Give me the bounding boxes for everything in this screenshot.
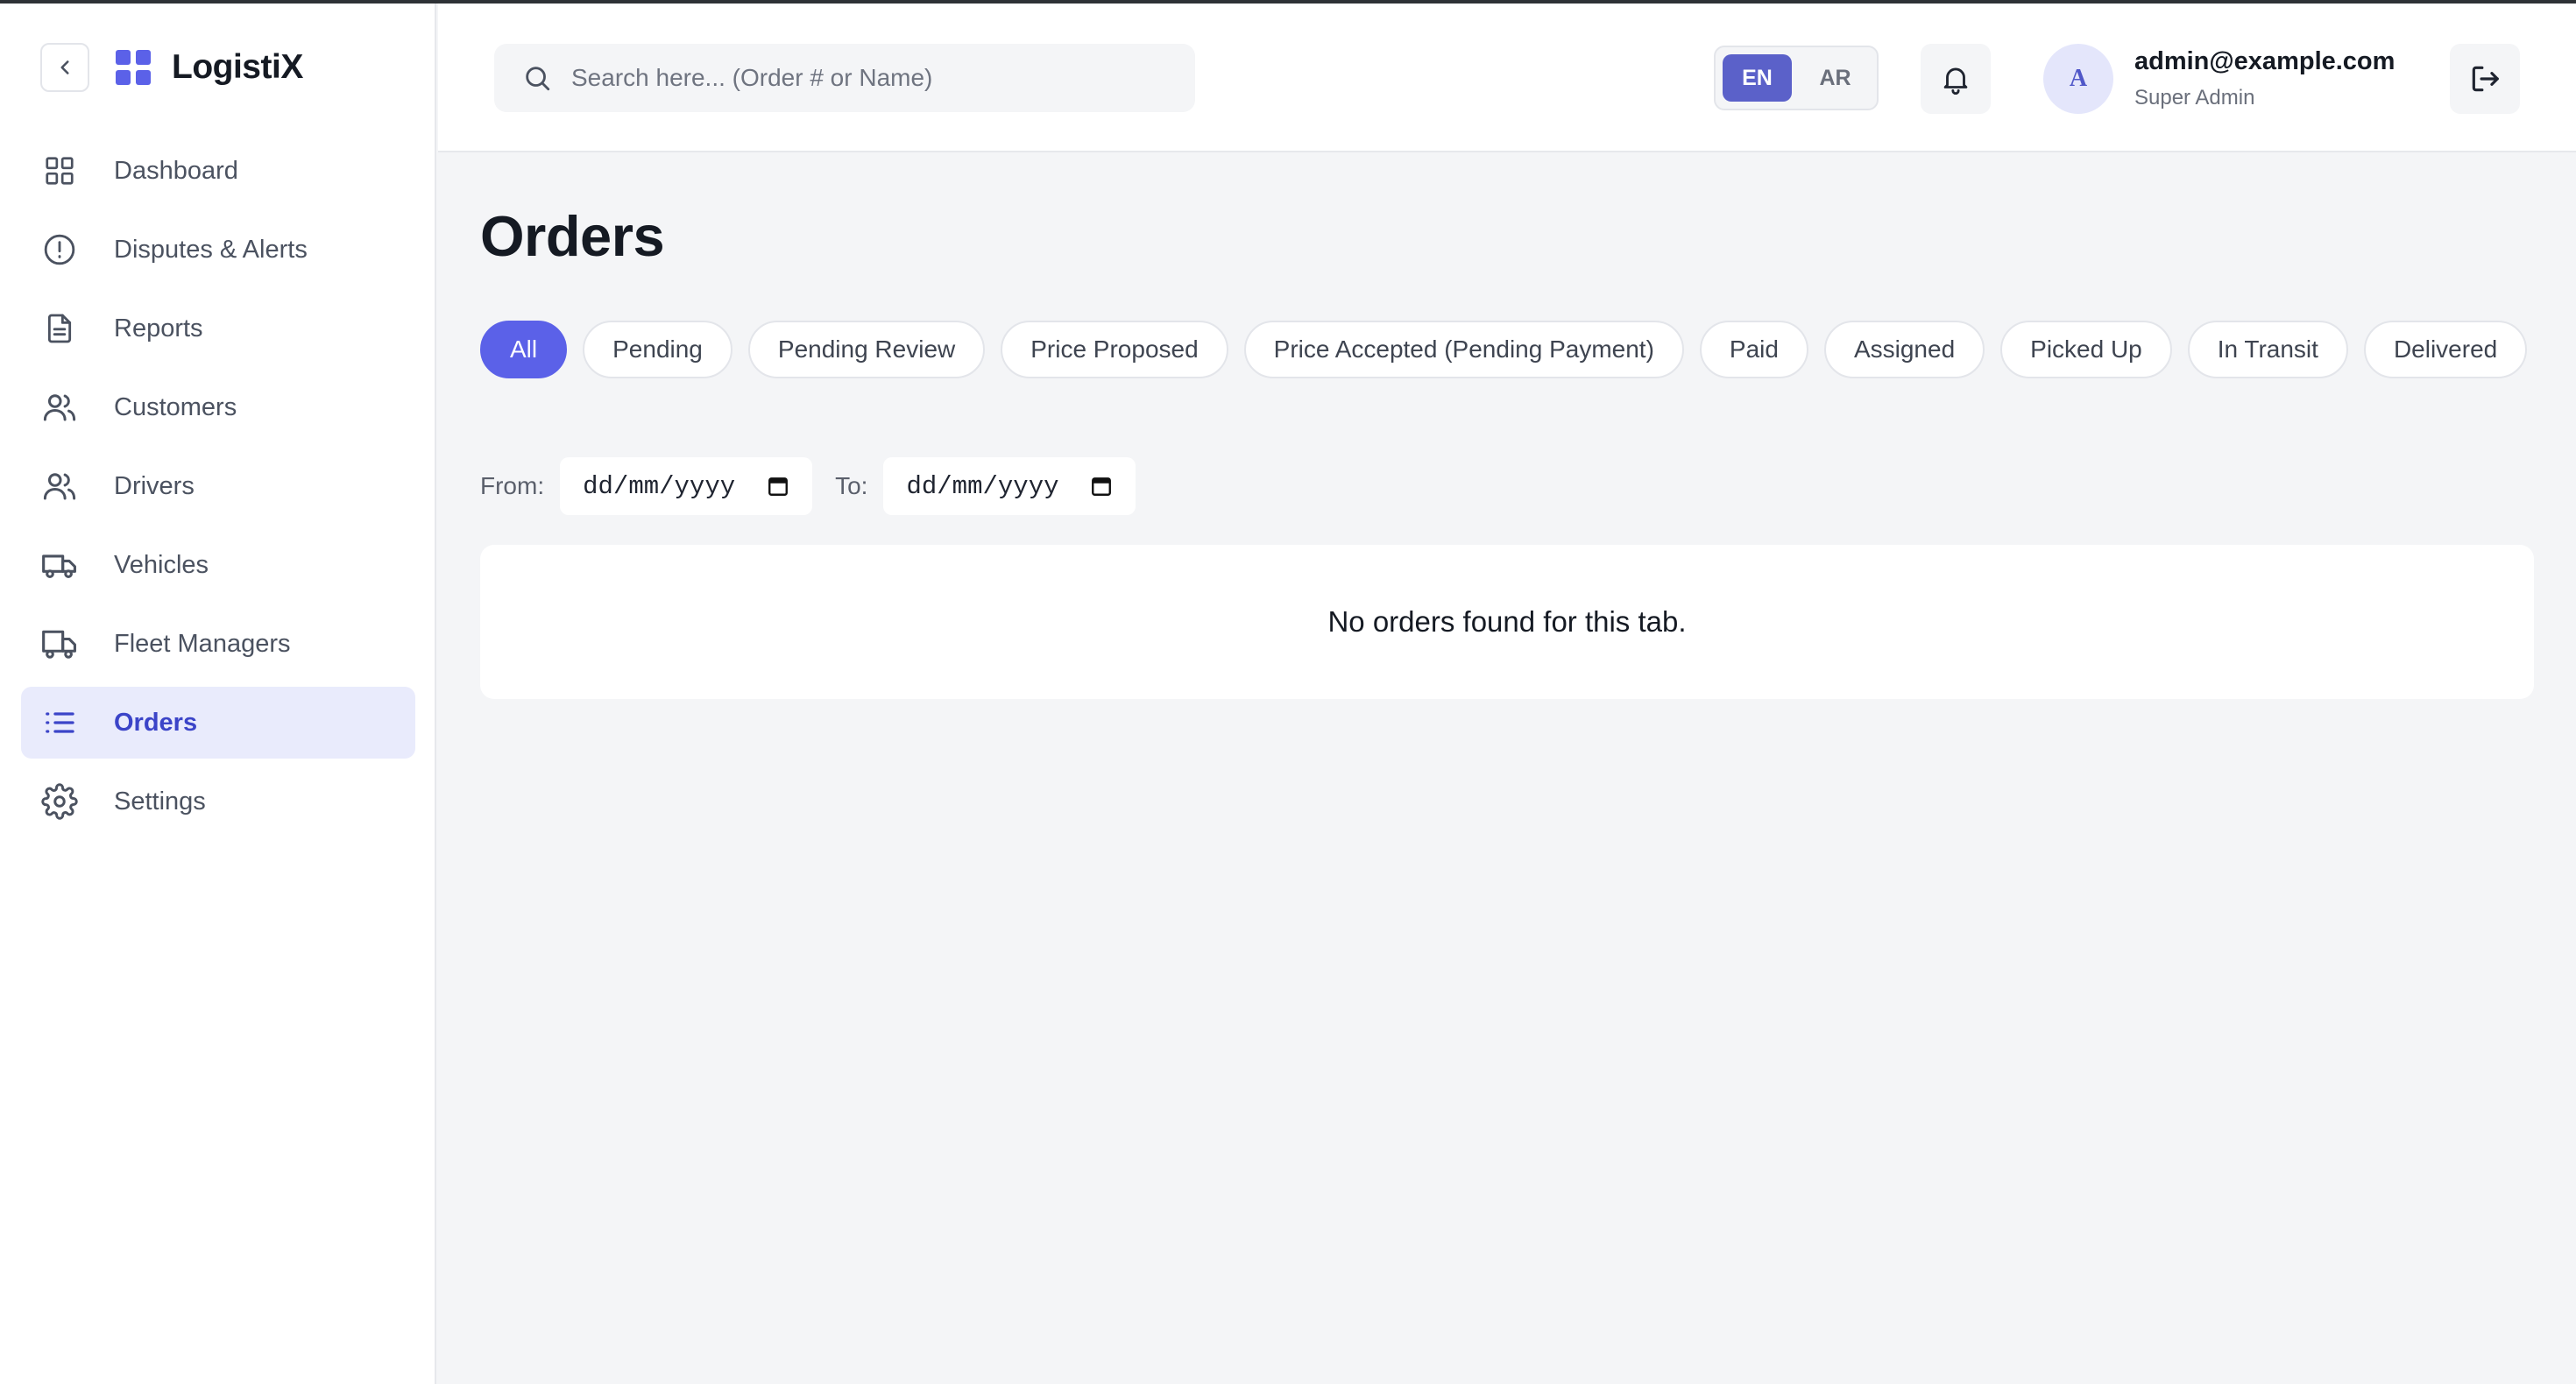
list-icon xyxy=(40,703,79,742)
notifications-button[interactable] xyxy=(1921,44,1991,114)
tab-delivered[interactable]: Delivered xyxy=(2363,321,2528,378)
top-header: EN AR A admin@example.com Super Admin xyxy=(438,4,2576,152)
tab-picked-up[interactable]: Picked Up xyxy=(2000,321,2172,378)
sidebar-item-vehicles[interactable]: Vehicles xyxy=(21,529,415,601)
from-date-value: dd/mm/yyyy xyxy=(583,471,736,501)
users-icon xyxy=(40,388,79,427)
tab-all[interactable]: All xyxy=(480,321,568,378)
calendar-icon xyxy=(768,477,789,496)
to-date-value: dd/mm/yyyy xyxy=(906,471,1059,501)
status-tabs: All Pending Pending Review Price Propose… xyxy=(480,321,2534,382)
tab-in-transit[interactable]: In Transit xyxy=(2187,321,2348,378)
sidebar-item-label: Fleet Managers xyxy=(114,629,291,658)
collapse-sidebar-button[interactable] xyxy=(40,43,89,92)
logout-icon xyxy=(2472,66,2499,92)
sidebar-item-label: Reports xyxy=(114,314,203,342)
from-date-input[interactable]: dd/mm/yyyy xyxy=(560,457,813,515)
date-filter: From: dd/mm/yyyy To: dd/mm/yyyy xyxy=(480,457,1158,515)
avatar[interactable]: A xyxy=(2043,44,2113,114)
tab-price-accepted[interactable]: Price Accepted (Pending Payment) xyxy=(1243,321,1684,378)
sidebar-item-fleet-managers[interactable]: Fleet Managers xyxy=(21,608,415,680)
page-title: Orders xyxy=(480,204,665,268)
sidebar: LogistiX Dashboard Disputes & Alerts Rep… xyxy=(0,4,436,1384)
chevron-left-icon xyxy=(60,60,69,74)
search-icon xyxy=(526,67,550,91)
tab-pending[interactable]: Pending xyxy=(583,321,732,378)
sidebar-item-orders[interactable]: Orders xyxy=(21,687,415,759)
sidebar-item-settings[interactable]: Settings xyxy=(21,766,415,837)
sidebar-nav: Dashboard Disputes & Alerts Reports Cust… xyxy=(21,135,415,844)
search-input[interactable] xyxy=(571,64,1167,92)
bell-icon xyxy=(1943,67,1968,95)
user-email: admin@example.com xyxy=(2134,47,2396,75)
tab-paid[interactable]: Paid xyxy=(1699,321,1808,378)
calendar-icon xyxy=(1092,477,1112,496)
truck-icon xyxy=(40,625,79,663)
sidebar-item-label: Orders xyxy=(114,708,198,737)
sidebar-item-disputes-alerts[interactable]: Disputes & Alerts xyxy=(21,214,415,286)
logout-button[interactable] xyxy=(2450,44,2520,114)
grid-icon xyxy=(40,152,79,190)
to-date-input[interactable]: dd/mm/yyyy xyxy=(883,457,1136,515)
gear-icon xyxy=(40,782,79,821)
document-icon xyxy=(40,309,79,348)
users-icon xyxy=(40,467,79,505)
sidebar-item-label: Vehicles xyxy=(114,550,209,579)
truck-icon xyxy=(40,546,79,584)
sidebar-item-label: Drivers xyxy=(114,471,195,500)
sidebar-item-label: Customers xyxy=(114,392,237,421)
brand-name: LogistiX xyxy=(172,48,303,86)
tab-pending-review[interactable]: Pending Review xyxy=(747,321,986,378)
logo-icon xyxy=(116,50,151,85)
alert-circle-icon xyxy=(40,230,79,269)
empty-state-message: No orders found for this tab. xyxy=(480,545,2534,699)
language-switcher: EN AR xyxy=(1714,46,1879,110)
brand: LogistiX xyxy=(40,42,303,93)
sidebar-item-dashboard[interactable]: Dashboard xyxy=(21,135,415,207)
search-bar[interactable] xyxy=(494,44,1195,112)
lang-ar-button[interactable]: AR xyxy=(1801,54,1870,102)
to-label: To: xyxy=(835,472,868,499)
lang-en-button[interactable]: EN xyxy=(1723,54,1792,102)
sidebar-item-label: Settings xyxy=(114,787,206,816)
from-label: From: xyxy=(480,472,545,499)
sidebar-item-reports[interactable]: Reports xyxy=(21,293,415,364)
sidebar-item-customers[interactable]: Customers xyxy=(21,371,415,443)
sidebar-item-drivers[interactable]: Drivers xyxy=(21,450,415,522)
tab-assigned[interactable]: Assigned xyxy=(1823,321,1985,378)
tab-price-proposed[interactable]: Price Proposed xyxy=(1001,321,1228,378)
sidebar-item-label: Dashboard xyxy=(114,156,238,185)
sidebar-item-label: Disputes & Alerts xyxy=(114,235,308,264)
user-role: Super Admin xyxy=(2134,86,2255,109)
